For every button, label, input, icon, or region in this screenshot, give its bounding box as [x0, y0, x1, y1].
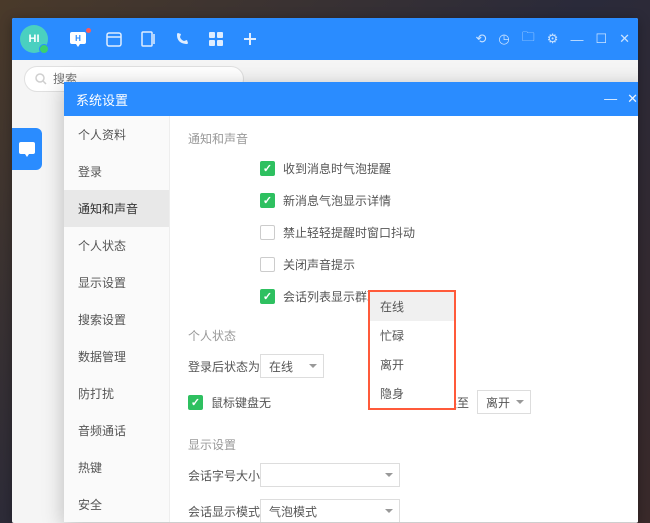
sidebar-item-search[interactable]: 搜索设置: [64, 301, 169, 338]
login-status-select[interactable]: 在线: [260, 354, 324, 378]
section-display-title: 显示设置: [188, 436, 632, 453]
checkbox-idle-switch[interactable]: [188, 395, 203, 410]
app-window: HI H ⟲ ◷ 🗀 ⚙ — ☐ ✕ 系统设置: [12, 18, 638, 523]
dialog-close-icon[interactable]: ✕: [627, 91, 638, 107]
titlebar: HI H ⟲ ◷ 🗀 ⚙ — ☐ ✕: [12, 18, 638, 60]
settings-dialog: 系统设置 — ✕ 个人资料 登录 通知和声音 个人状态 显示设置 搜索设置 数据…: [64, 82, 638, 522]
font-size-select[interactable]: [260, 463, 400, 487]
sidebar-item-profile[interactable]: 个人资料: [64, 116, 169, 153]
checkbox-mute-sound[interactable]: [260, 257, 275, 272]
option-label: 关闭声音提示: [283, 256, 355, 273]
minimize-icon[interactable]: —: [570, 28, 583, 50]
history-icon[interactable]: ◷: [498, 28, 509, 50]
sidebar-item-audio[interactable]: 音频通话: [64, 412, 169, 449]
dropdown-item-invisible[interactable]: 隐身: [370, 379, 454, 408]
settings-sidebar: 个人资料 登录 通知和声音 个人状态 显示设置 搜索设置 数据管理 防打扰 音频…: [64, 116, 170, 522]
sidebar-item-dnd[interactable]: 防打扰: [64, 375, 169, 412]
svg-text:H: H: [75, 34, 81, 43]
refresh-icon[interactable]: ⟲: [476, 28, 487, 50]
option-label: 新消息气泡显示详情: [283, 192, 391, 209]
sidebar-item-hotkey[interactable]: 热键: [64, 449, 169, 486]
option-label: 禁止轻轻提醒时窗口抖动: [283, 224, 415, 241]
dropdown-item-online[interactable]: 在线: [370, 292, 454, 321]
status-dropdown: 在线 忙碌 离开 隐身: [368, 290, 456, 410]
close-icon[interactable]: ✕: [619, 28, 630, 50]
dialog-minimize-icon[interactable]: —: [604, 91, 617, 107]
dropdown-item-away[interactable]: 离开: [370, 350, 454, 379]
user-avatar[interactable]: HI: [20, 25, 48, 53]
maximize-icon[interactable]: ☐: [595, 28, 607, 50]
folder-icon[interactable]: 🗀: [522, 28, 535, 50]
sidebar-item-security[interactable]: 安全: [64, 486, 169, 522]
sidebar-item-notify[interactable]: 通知和声音: [64, 190, 169, 227]
calendar-icon[interactable]: [106, 30, 122, 48]
sidebar-pill[interactable]: [12, 128, 42, 170]
checkbox-group-helper[interactable]: [260, 289, 275, 304]
dialog-header: 系统设置 — ✕: [64, 82, 638, 116]
checkbox-bubble-remind[interactable]: [260, 161, 275, 176]
option-label: 收到消息时气泡提醒: [283, 160, 391, 177]
section-notify-title: 通知和声音: [188, 126, 632, 147]
plus-icon[interactable]: [242, 30, 258, 48]
sidebar-item-display[interactable]: 显示设置: [64, 264, 169, 301]
settings-icon[interactable]: ⚙: [547, 28, 559, 50]
sidebar-item-status[interactable]: 个人状态: [64, 227, 169, 264]
apps-icon[interactable]: [208, 30, 224, 48]
display-mode-select[interactable]: 气泡模式: [260, 499, 400, 522]
chat-icon[interactable]: H: [68, 30, 88, 48]
checkbox-bubble-detail[interactable]: [260, 193, 275, 208]
dialog-title: 系统设置: [76, 90, 128, 109]
checkbox-no-shake[interactable]: [260, 225, 275, 240]
idle-prefix-label: 鼠标键盘无: [211, 394, 271, 411]
phone-icon[interactable]: [174, 30, 190, 48]
contacts-icon[interactable]: [140, 30, 156, 48]
sidebar-item-data[interactable]: 数据管理: [64, 338, 169, 375]
dropdown-item-busy[interactable]: 忙碌: [370, 321, 454, 350]
idle-switch-select[interactable]: 离开: [477, 390, 531, 414]
sidebar-item-login[interactable]: 登录: [64, 153, 169, 190]
